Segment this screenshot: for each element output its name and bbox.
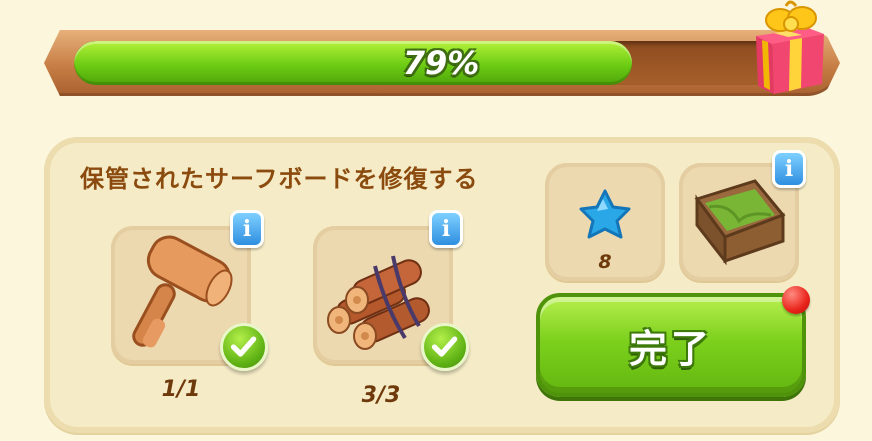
complete-button[interactable]: 完了 (536, 293, 806, 397)
gift-box-icon[interactable] (750, 0, 830, 96)
info-icon[interactable]: i (230, 210, 264, 248)
quest-screen: 79% 保管されたサーフボードを修復する i 1/1 i 3/3 8 i 完了 (0, 0, 872, 441)
info-icon[interactable]: i (772, 150, 806, 188)
reward-amount: 8 (598, 251, 612, 273)
info-icon[interactable]: i (429, 210, 463, 248)
requirement-count: 3/3 (361, 383, 401, 408)
checkmark-icon (220, 323, 268, 371)
requirement-count: 1/1 (161, 377, 201, 402)
task-title: 保管されたサーフボードを修復する (80, 165, 479, 193)
progress-percent-label: 79% (402, 44, 480, 82)
notification-dot (782, 286, 810, 314)
checkmark-icon (421, 323, 469, 371)
